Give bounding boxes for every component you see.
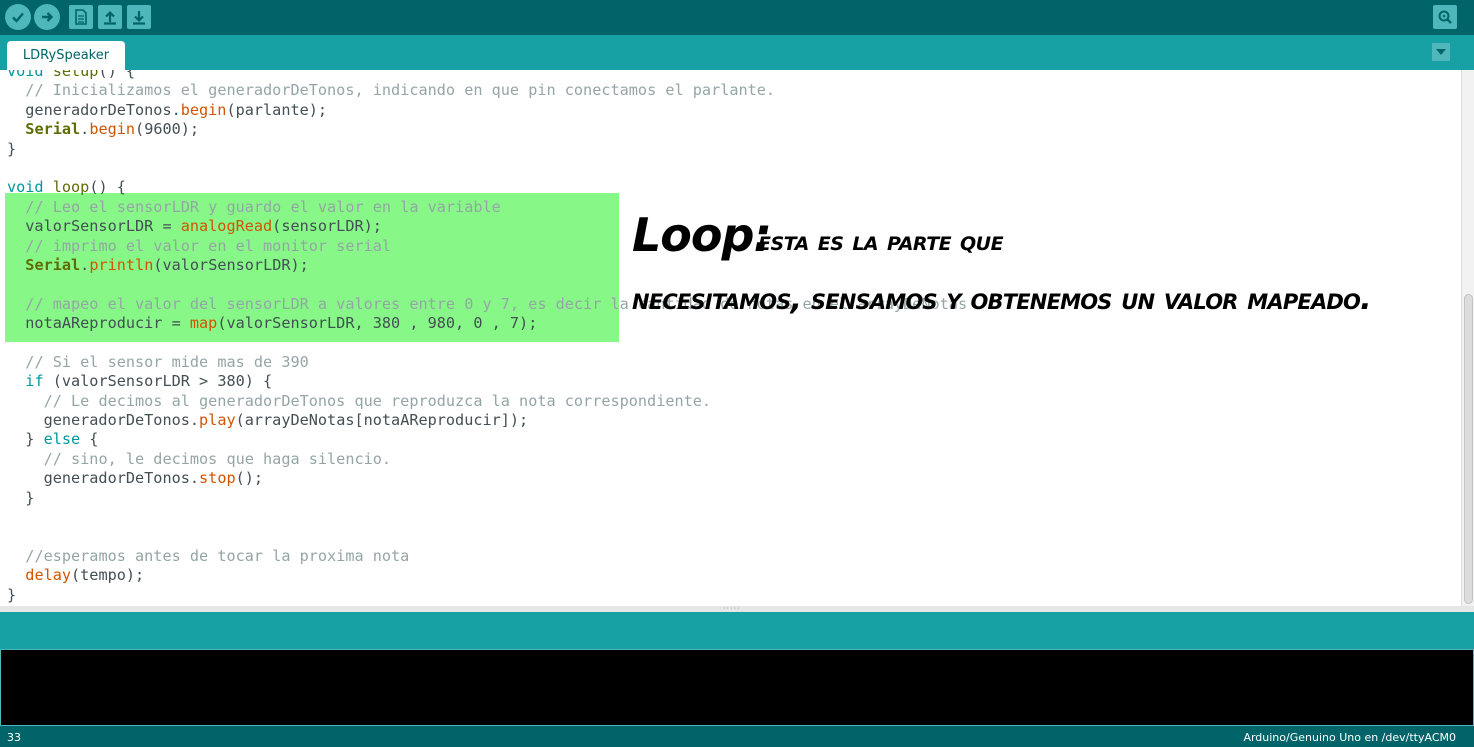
code-line: void loop() { [7, 178, 126, 197]
arrow-up-icon [104, 10, 116, 25]
new-file-icon [75, 9, 87, 25]
serial-monitor-button[interactable] [1433, 5, 1457, 29]
verify-button[interactable] [5, 4, 31, 30]
code-line: if (valorSensorLDR > 380) { [25, 372, 273, 391]
code-line: void setup() { [7, 70, 136, 80]
code-line: // Leo el sensorLDR y guardo el valor en… [25, 197, 501, 216]
tab-ldryspeaker[interactable]: LDRySpeaker [7, 41, 125, 70]
line-number: 33 [7, 731, 21, 744]
code-line: generadorDeTonos.stop(); [7, 469, 264, 488]
code-line: // sino, le decimos que haga silencio. [43, 449, 392, 468]
code-line: //esperamos antes de tocar la proxima no… [25, 546, 410, 565]
tab-menu-button[interactable] [1432, 43, 1450, 61]
annotation-line-1: esta es la parte que [758, 226, 1004, 257]
code-line: delay(tempo); [25, 566, 145, 585]
annotation-line-2: necesitamos, sensamos y obtenemos un val… [632, 282, 1372, 317]
annotation-title: Loop: [632, 208, 772, 262]
code-line: generadorDeTonos.play(arrayDeNotas[notaA… [7, 411, 529, 430]
code-line: } [7, 488, 35, 507]
message-bar [0, 612, 1474, 649]
open-button[interactable] [98, 5, 122, 29]
code-line: // Si el sensor mide mas de 390 [25, 352, 309, 371]
scrollbar-thumb[interactable] [1464, 294, 1473, 604]
code-line: } else { [7, 430, 99, 449]
status-bar: 33 Arduino/Genuino Uno en /dev/ttyACM0 [0, 726, 1474, 747]
code-line: Serial.begin(9600); [25, 120, 200, 139]
code-text: void setup() { // Inicializamos el gener… [7, 70, 967, 605]
code-editor[interactable]: void setup() { // Inicializamos el gener… [0, 70, 1461, 606]
code-line: Serial.println(valorSensorLDR); [25, 255, 309, 274]
arrow-down-icon [133, 11, 145, 25]
upload-button[interactable] [34, 4, 60, 30]
triangle-down-icon [1436, 49, 1446, 55]
toolbar [0, 0, 1474, 35]
new-button[interactable] [69, 5, 93, 29]
board-info: Arduino/Genuino Uno en /dev/ttyACM0 [1243, 731, 1456, 744]
checkmark-icon [12, 12, 24, 23]
code-line: } [7, 139, 17, 158]
arrow-right-icon [42, 12, 54, 22]
code-line: generadorDeTonos.begin(parlante); [7, 100, 328, 119]
magnifier-icon [1438, 10, 1452, 24]
code-line: // Le decimos al generadorDeTonos que re… [43, 391, 712, 410]
editor-scrollbar[interactable] [1461, 70, 1474, 606]
code-line: } [7, 585, 17, 604]
save-button[interactable] [127, 5, 151, 29]
tab-bar: LDRySpeaker [0, 35, 1474, 70]
code-line: // Inicializamos el generadorDeTonos, in… [25, 81, 776, 100]
console-output[interactable] [0, 649, 1474, 726]
